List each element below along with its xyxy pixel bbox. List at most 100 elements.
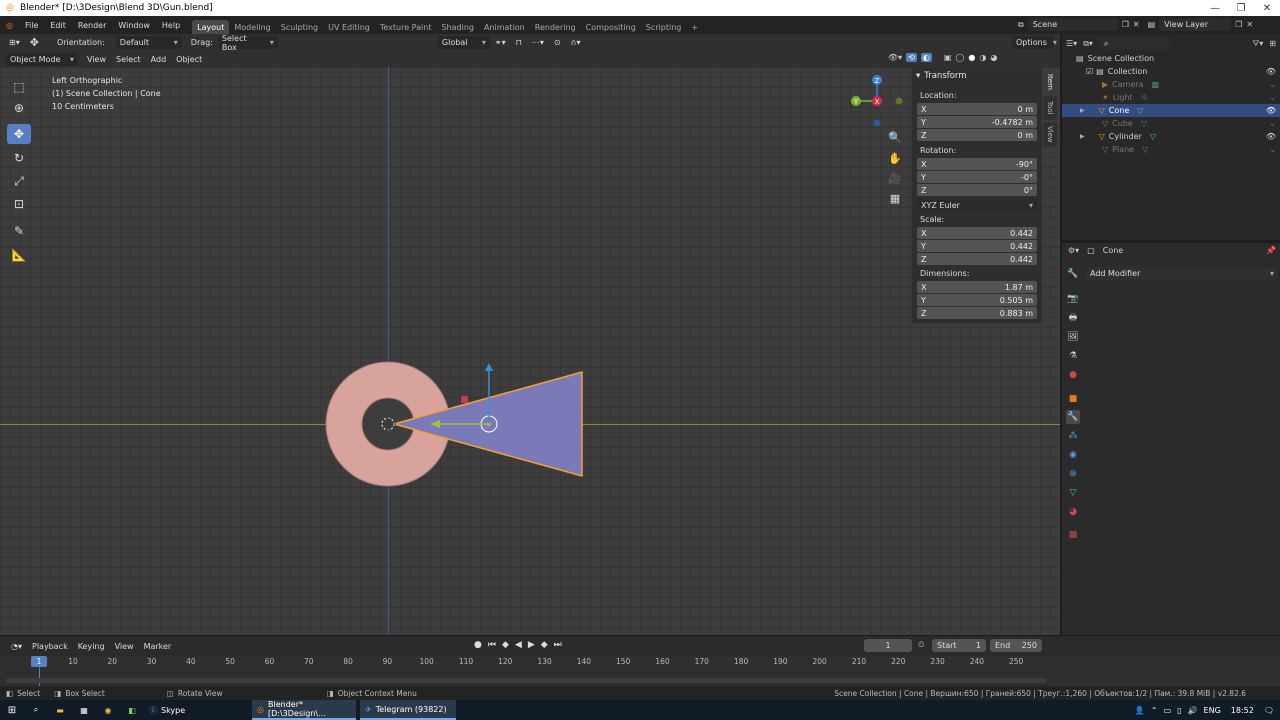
end-frame-field[interactable]: End 250	[990, 639, 1042, 652]
eye-closed-icon[interactable]: ⌄	[1269, 93, 1276, 102]
modifier-props-icon[interactable]: 🔧	[1066, 410, 1080, 424]
playhead[interactable]: 1	[31, 656, 47, 667]
zoom-view-icon[interactable]: 🔍	[885, 127, 905, 147]
options-dropdown[interactable]: Options	[1012, 36, 1054, 49]
menu-add[interactable]: Add	[146, 55, 172, 64]
filter-icon[interactable]: ⛛▾	[1253, 39, 1264, 49]
outliner-row-cube[interactable]: ▽ Cube ▽ ⌄	[1062, 117, 1280, 130]
mode-dropdown[interactable]: Object Mode	[6, 52, 78, 66]
notifications-icon[interactable]: 🗨	[1264, 706, 1274, 715]
scene-props-icon[interactable]: ⚗	[1066, 349, 1080, 363]
rotation-z-field[interactable]: Z 0°	[917, 184, 1037, 196]
tab-sculpting[interactable]: Sculpting	[276, 20, 323, 34]
rotation-x-field[interactable]: X -90°	[917, 158, 1037, 170]
xray-icon[interactable]: ▣	[944, 53, 952, 62]
menu-view[interactable]: View	[82, 55, 111, 64]
dimensions-y-field[interactable]: Y 0.505 m	[917, 294, 1037, 306]
render-props-icon[interactable]: 📷	[1066, 292, 1080, 306]
output-props-icon[interactable]: 🖶	[1066, 311, 1080, 325]
tab-layout[interactable]: Layout	[192, 20, 230, 34]
orientation-dropdown[interactable]: Default	[115, 36, 182, 49]
network-icon[interactable]: ▭	[1164, 706, 1172, 715]
data-props-icon[interactable]: ▽	[1066, 486, 1080, 500]
shading-wireframe-icon[interactable]: ◯	[955, 53, 964, 62]
scale-x-field[interactable]: X 0.442	[917, 227, 1037, 239]
clock[interactable]: 18:52	[1231, 706, 1254, 715]
timeline-area[interactable]: 10 20 30 40 50 60 70 80 90 100 110 120 130 140 150 160 1…	[0, 656, 1280, 686]
restore-icon[interactable]: ❐	[1228, 0, 1254, 16]
tab-uv-editing[interactable]: UV Editing	[323, 20, 375, 34]
dimensions-z-field[interactable]: Z 0.883 m	[917, 307, 1037, 319]
taskbar-telegram[interactable]: ✈ Telegram (93822)	[360, 700, 456, 720]
overlay-toggle-icon[interactable]: ◐	[920, 53, 932, 62]
jump-start-icon[interactable]: ⏮	[488, 640, 496, 650]
view-layer-copy-icon[interactable]: ❐	[1235, 20, 1242, 29]
tab-tool[interactable]: Tool	[1043, 96, 1057, 120]
tab-view[interactable]: View	[1043, 122, 1057, 146]
scene-close-icon[interactable]: ✕	[1133, 20, 1140, 29]
battery-icon[interactable]: ▯	[1177, 706, 1181, 715]
move-tool-icon[interactable]: ✥	[25, 36, 44, 49]
outliner-search-input[interactable]: ⌕	[1098, 37, 1171, 50]
particles-props-icon[interactable]: ⁂	[1066, 429, 1080, 443]
expand-icon[interactable]: ▶	[1080, 107, 1085, 114]
view-layer-icon[interactable]: ▤	[1148, 20, 1156, 29]
menu-window[interactable]: Window	[112, 16, 156, 34]
outliner-row-scene-collection[interactable]: ▤ Scene Collection	[1062, 52, 1280, 65]
3d-viewport[interactable]: Left Orthographic (1) Scene Collection |…	[0, 67, 1060, 635]
transform-orientation-dropdown[interactable]: Global	[437, 36, 490, 49]
texture-props-icon[interactable]: ▩	[1066, 528, 1080, 542]
scene-copy-icon[interactable]: ❐	[1122, 20, 1129, 29]
next-keyframe-icon[interactable]: ◆	[541, 640, 548, 650]
eye-closed-icon[interactable]: ⌄	[1269, 145, 1276, 154]
snap-icon[interactable]: ⊓	[511, 38, 527, 47]
tab-item[interactable]: Item	[1043, 70, 1057, 94]
play-icon[interactable]: ▶	[528, 640, 535, 650]
tab-animation[interactable]: Animation	[479, 20, 530, 34]
add-modifier-dropdown[interactable]: Add Modifier	[1086, 267, 1278, 280]
add-workspace-button[interactable]: +	[686, 20, 703, 34]
tab-texture-paint[interactable]: Texture Paint	[375, 20, 437, 34]
eye-icon[interactable]: 👁	[1266, 67, 1276, 76]
eye-closed-icon[interactable]: ⌄	[1269, 119, 1276, 128]
world-props-icon[interactable]: ●	[1066, 368, 1080, 382]
physics-props-icon[interactable]: ◉	[1066, 448, 1080, 462]
material-props-icon[interactable]: ◕	[1066, 505, 1080, 519]
pivot-icon[interactable]: ⚭▾	[490, 38, 511, 47]
jump-end-icon[interactable]: ⏭	[554, 640, 562, 650]
rotation-y-field[interactable]: Y -0°	[917, 171, 1037, 183]
location-x-field[interactable]: X0 m	[917, 103, 1037, 115]
menu-file[interactable]: File	[19, 16, 44, 34]
close-icon[interactable]: ✕	[1254, 0, 1280, 16]
tab-modeling[interactable]: Modeling	[229, 20, 275, 34]
scale-y-field[interactable]: Y 0.442	[917, 240, 1037, 252]
tray-chevron-icon[interactable]: ⌃	[1151, 706, 1158, 715]
preview-range-icon[interactable]: ⏲	[918, 640, 924, 650]
scene-selector[interactable]: Scene	[1027, 18, 1118, 31]
outliner-row-plane[interactable]: ▽ Plane ▽ ⌄	[1062, 143, 1280, 156]
location-y-field[interactable]: Y -0.4782 m	[917, 116, 1037, 128]
eye-icon[interactable]: 👁	[1266, 106, 1276, 115]
location-z-field[interactable]: Z0 m	[917, 129, 1037, 141]
menu-render[interactable]: Render	[72, 16, 112, 34]
scale-z-field[interactable]: Z 0.442	[917, 253, 1037, 265]
blender-menu-icon[interactable]: ◎	[0, 16, 19, 34]
taskbar-search-icon[interactable]: ⌕	[24, 700, 48, 720]
visibility-icon[interactable]: 👁▾	[888, 53, 902, 62]
menu-object[interactable]: Object	[171, 55, 207, 64]
menu-edit[interactable]: Edit	[44, 16, 72, 34]
drag-dropdown[interactable]: Select Box	[217, 34, 278, 52]
view-layer-props-icon[interactable]: 🖼	[1066, 330, 1080, 344]
eye-closed-icon[interactable]: ⌄	[1269, 80, 1276, 89]
chrome-icon[interactable]: ◉	[96, 700, 120, 720]
menu-playback[interactable]: Playback	[27, 642, 73, 651]
scene-icon[interactable]: ⧉	[1018, 20, 1024, 30]
shading-rendered-icon[interactable]: ◕	[990, 53, 997, 62]
eye-icon[interactable]: 👁	[1266, 132, 1276, 141]
prev-keyframe-icon[interactable]: ◆	[502, 640, 509, 650]
view-layer-selector[interactable]: View Layer	[1159, 18, 1232, 31]
falloff-icon[interactable]: ∩▾	[566, 38, 586, 47]
app-icon[interactable]: ◧	[120, 700, 144, 720]
shading-solid-icon[interactable]: ●	[968, 53, 975, 62]
pin-icon[interactable]: 📌	[1266, 246, 1276, 255]
